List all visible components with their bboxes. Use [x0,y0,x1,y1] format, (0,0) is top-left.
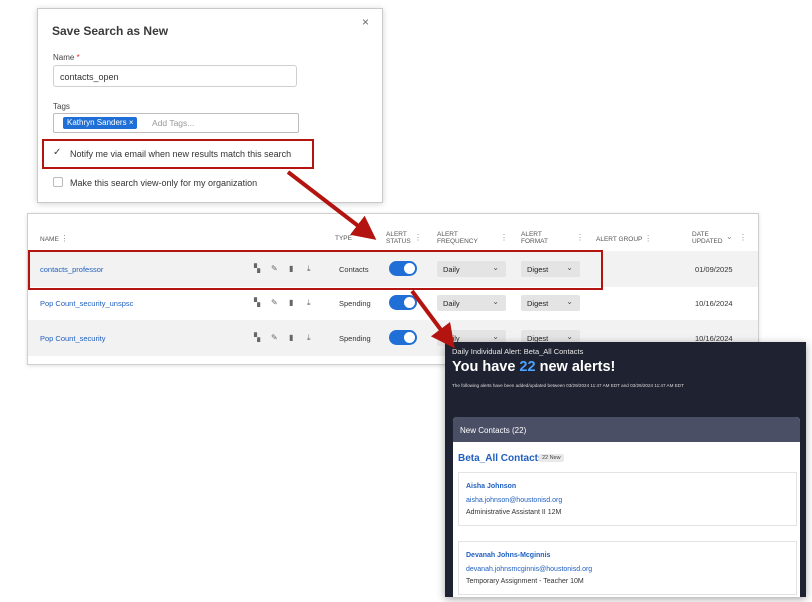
arrow-to-email [410,289,455,349]
arrow-to-alert-status [286,170,377,240]
annotation-arrows [286,170,455,349]
